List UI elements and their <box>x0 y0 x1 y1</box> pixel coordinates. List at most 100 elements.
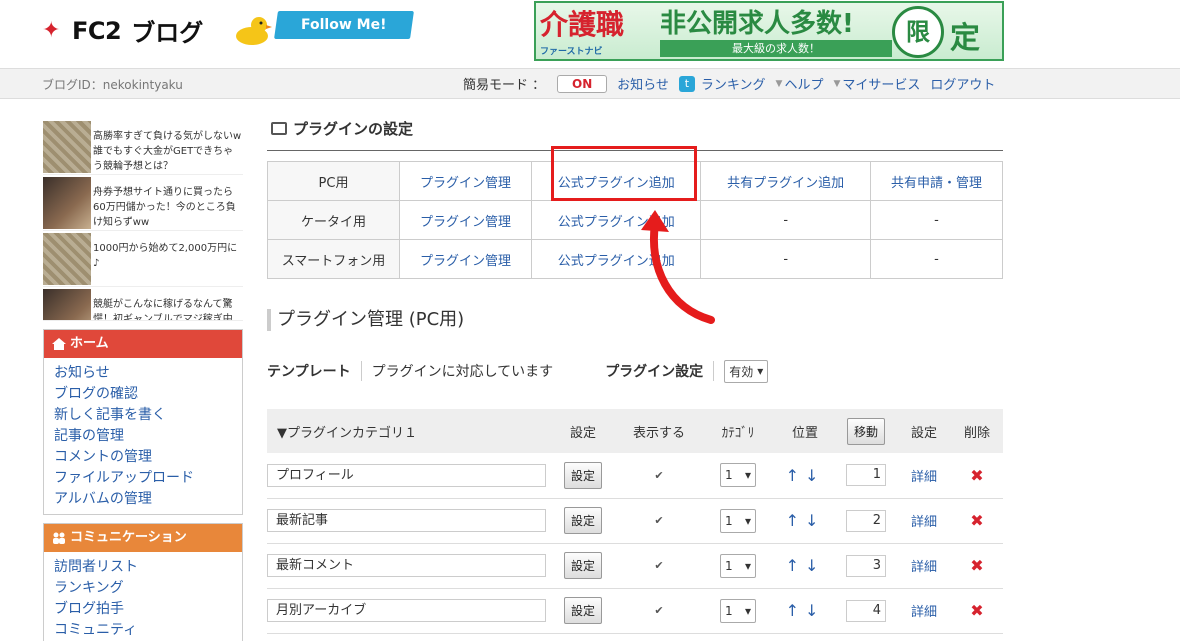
job-ad-banner[interactable]: 介護職 ファーストナビ 非公開求人多数! 最大級の求人数！ 限 定 <box>534 1 1004 61</box>
table-cell: ✔ <box>617 453 701 499</box>
plugin-setting-button[interactable]: 設定 <box>563 597 602 624</box>
detail-link[interactable]: 詳細 <box>911 470 937 485</box>
menu-item-blog-check[interactable]: ブログの確認 <box>54 384 232 405</box>
banner-main-text: 非公開求人多数! <box>660 9 854 39</box>
pc-shared-request-link[interactable]: 共有申請・管理 <box>891 176 982 191</box>
chevron-down-icon: ▾ <box>757 364 764 378</box>
menu-item-news[interactable]: お知らせ <box>54 363 232 384</box>
nav-help-link[interactable]: ヘルプ <box>784 74 823 93</box>
red-arrow-annotation <box>641 210 715 324</box>
nav-myservice-link[interactable]: マイサービス <box>842 74 920 93</box>
table-cell: 3 <box>835 543 897 589</box>
category-select[interactable]: 1 ▾ <box>720 598 756 623</box>
up-down-arrows-icon[interactable]: ↑↓ <box>786 511 825 530</box>
banner-sub-text: ファーストナビ <box>540 47 603 57</box>
sidebar-ad[interactable]: 競艇がこんなに稼げるなんて驚愕！初ギャンブルでマジ稼ぎ中 <box>43 287 243 321</box>
category-select[interactable]: 1 ▾ <box>720 463 756 488</box>
table-cell: 設定 <box>549 588 617 634</box>
detail-link[interactable]: 詳細 <box>911 605 937 620</box>
order-input[interactable]: 4 <box>846 599 886 622</box>
sidebar-ad[interactable]: 高勝率すぎて負ける気がしないw誰でもすぐ大金がGETできちゃう競輪予想とは？ <box>43 119 243 175</box>
up-down-arrows-icon[interactable]: ↑↓ <box>786 601 825 620</box>
order-input[interactable]: 2 <box>846 509 886 532</box>
table-row: 最新コメント 設定 ✔ 1 ▾ ↑↓ 3 詳細 ✖ <box>267 543 1003 589</box>
pc-shared-plugin-add-link[interactable]: 共有プラグイン追加 <box>727 176 844 191</box>
table-cell: - <box>869 200 1004 240</box>
twitter-icon[interactable]: t <box>678 75 695 92</box>
menu-item-file-upload[interactable]: ファイルアップロード <box>54 468 232 489</box>
plugin-name-field[interactable]: プロフィール <box>267 463 546 487</box>
plugin-category-table: ▼プラグインカテゴリ１ 設定 表示する ｶﾃｺﾞﾘ 位置 移動 設定 削除 プロ… <box>267 409 1003 634</box>
follow-me-button[interactable]: Follow Me! <box>274 11 414 39</box>
plugin-setting-button[interactable]: 設定 <box>563 507 602 534</box>
ad-text: 舟券予想サイト通りに買ったら60万円儲かった！今のところ負け知らずww <box>93 187 236 228</box>
plugin-setting-button[interactable]: 設定 <box>563 461 602 489</box>
table-cell: 設定 <box>549 498 617 544</box>
col-detail-header: 設定 <box>897 409 951 453</box>
sidebar-ad[interactable]: 舟券予想サイト通りに買ったら60万円儲かった！今のところ負け知らずww <box>43 175 243 231</box>
display-checkbox[interactable]: ✔ <box>654 604 664 617</box>
table-cell: 設定 <box>549 453 617 499</box>
row-label: PC用 <box>267 161 400 201</box>
table-cell: 1 ▾ <box>701 588 775 634</box>
menu-item-album[interactable]: アルバムの管理 <box>54 489 232 510</box>
display-checkbox[interactable]: ✔ <box>654 469 664 482</box>
fox-logo-icon: ✦ <box>42 17 61 43</box>
ad-text: 1000円から始めて2,000万円に♪ <box>93 243 238 269</box>
home-menu-header: ホーム <box>44 330 242 358</box>
category-header[interactable]: ▼プラグインカテゴリ１ <box>267 409 549 453</box>
fc2-blog-logo[interactable]: ✦ FC2 ブログ <box>42 13 203 48</box>
display-checkbox[interactable]: ✔ <box>654 559 664 572</box>
up-down-arrows-icon[interactable]: ↑↓ <box>786 556 825 575</box>
home-menu-list: お知らせ ブログの確認 新しく記事を書く 記事の管理 コメントの管理 ファイルア… <box>44 358 242 514</box>
table-cell: ↑↓ <box>775 453 835 499</box>
delete-icon[interactable]: ✖ <box>970 556 983 575</box>
menu-item-clap[interactable]: ブログ拍手 <box>54 599 232 620</box>
nav-news-link[interactable]: お知らせ <box>617 74 669 93</box>
table-cell: 設定 <box>549 543 617 589</box>
banner-left-text: 介護職 <box>540 8 625 41</box>
delete-icon[interactable]: ✖ <box>970 601 983 620</box>
menu-item-ranking[interactable]: ランキング <box>54 578 232 599</box>
detail-link[interactable]: 詳細 <box>911 560 937 575</box>
menu-item-community[interactable]: コミュニティ <box>54 620 232 641</box>
table-cell: プラグイン管理 <box>398 161 533 201</box>
up-down-arrows-icon[interactable]: ↑↓ <box>786 466 825 485</box>
nav-ranking-link[interactable]: ランキング <box>701 74 766 93</box>
menu-item-new-post[interactable]: 新しく記事を書く <box>54 405 232 426</box>
category-select[interactable]: 1 ▾ <box>720 553 756 578</box>
ad-thumbnail <box>43 289 91 320</box>
col-position-header: 位置 <box>775 409 835 453</box>
pc-plugin-manage-link[interactable]: プラグイン管理 <box>420 176 511 191</box>
delete-icon[interactable]: ✖ <box>970 466 983 485</box>
home-menu: ホーム お知らせ ブログの確認 新しく記事を書く 記事の管理 コメントの管理 フ… <box>43 329 243 515</box>
category-select[interactable]: 1 ▾ <box>720 508 756 533</box>
easy-mode-toggle[interactable]: ON <box>557 74 608 93</box>
table-cell: - <box>869 239 1004 279</box>
plugin-setting-select[interactable]: 有効 ▾ <box>724 359 769 383</box>
menu-item-comments[interactable]: コメントの管理 <box>54 447 232 468</box>
category-value: 1 <box>725 558 733 573</box>
table-cell: ↑↓ <box>775 498 835 544</box>
plugin-name-field[interactable]: 最新コメント <box>267 554 546 577</box>
mobile-plugin-manage-link[interactable]: プラグイン管理 <box>420 215 511 230</box>
order-input[interactable]: 1 <box>846 464 886 487</box>
sp-plugin-manage-link[interactable]: プラグイン管理 <box>420 254 511 269</box>
table-cell: 月別アーカイブ <box>267 588 549 634</box>
display-checkbox[interactable]: ✔ <box>654 514 664 527</box>
sidebar-ad[interactable]: 1000円から始めて2,000万円に♪ <box>43 231 243 287</box>
plugin-name-field[interactable]: 最新記事 <box>267 509 546 532</box>
category-value: 1 <box>725 603 733 618</box>
menu-item-posts[interactable]: 記事の管理 <box>54 426 232 447</box>
plugin-name-field[interactable]: 月別アーカイブ <box>267 599 546 622</box>
nav-logout-link[interactable]: ログアウト <box>930 74 995 93</box>
menu-item-visitors[interactable]: 訪問者リスト <box>54 557 232 578</box>
chevron-down-icon: ▾ <box>744 558 751 573</box>
page-title: プラグインの設定 <box>293 120 414 138</box>
move-button[interactable]: 移動 <box>846 417 885 445</box>
plugin-setting-button[interactable]: 設定 <box>563 552 602 579</box>
order-input[interactable]: 3 <box>846 554 886 577</box>
delete-icon[interactable]: ✖ <box>970 511 983 530</box>
detail-link[interactable]: 詳細 <box>911 515 937 530</box>
banner-circle-text: 限 <box>892 6 944 58</box>
